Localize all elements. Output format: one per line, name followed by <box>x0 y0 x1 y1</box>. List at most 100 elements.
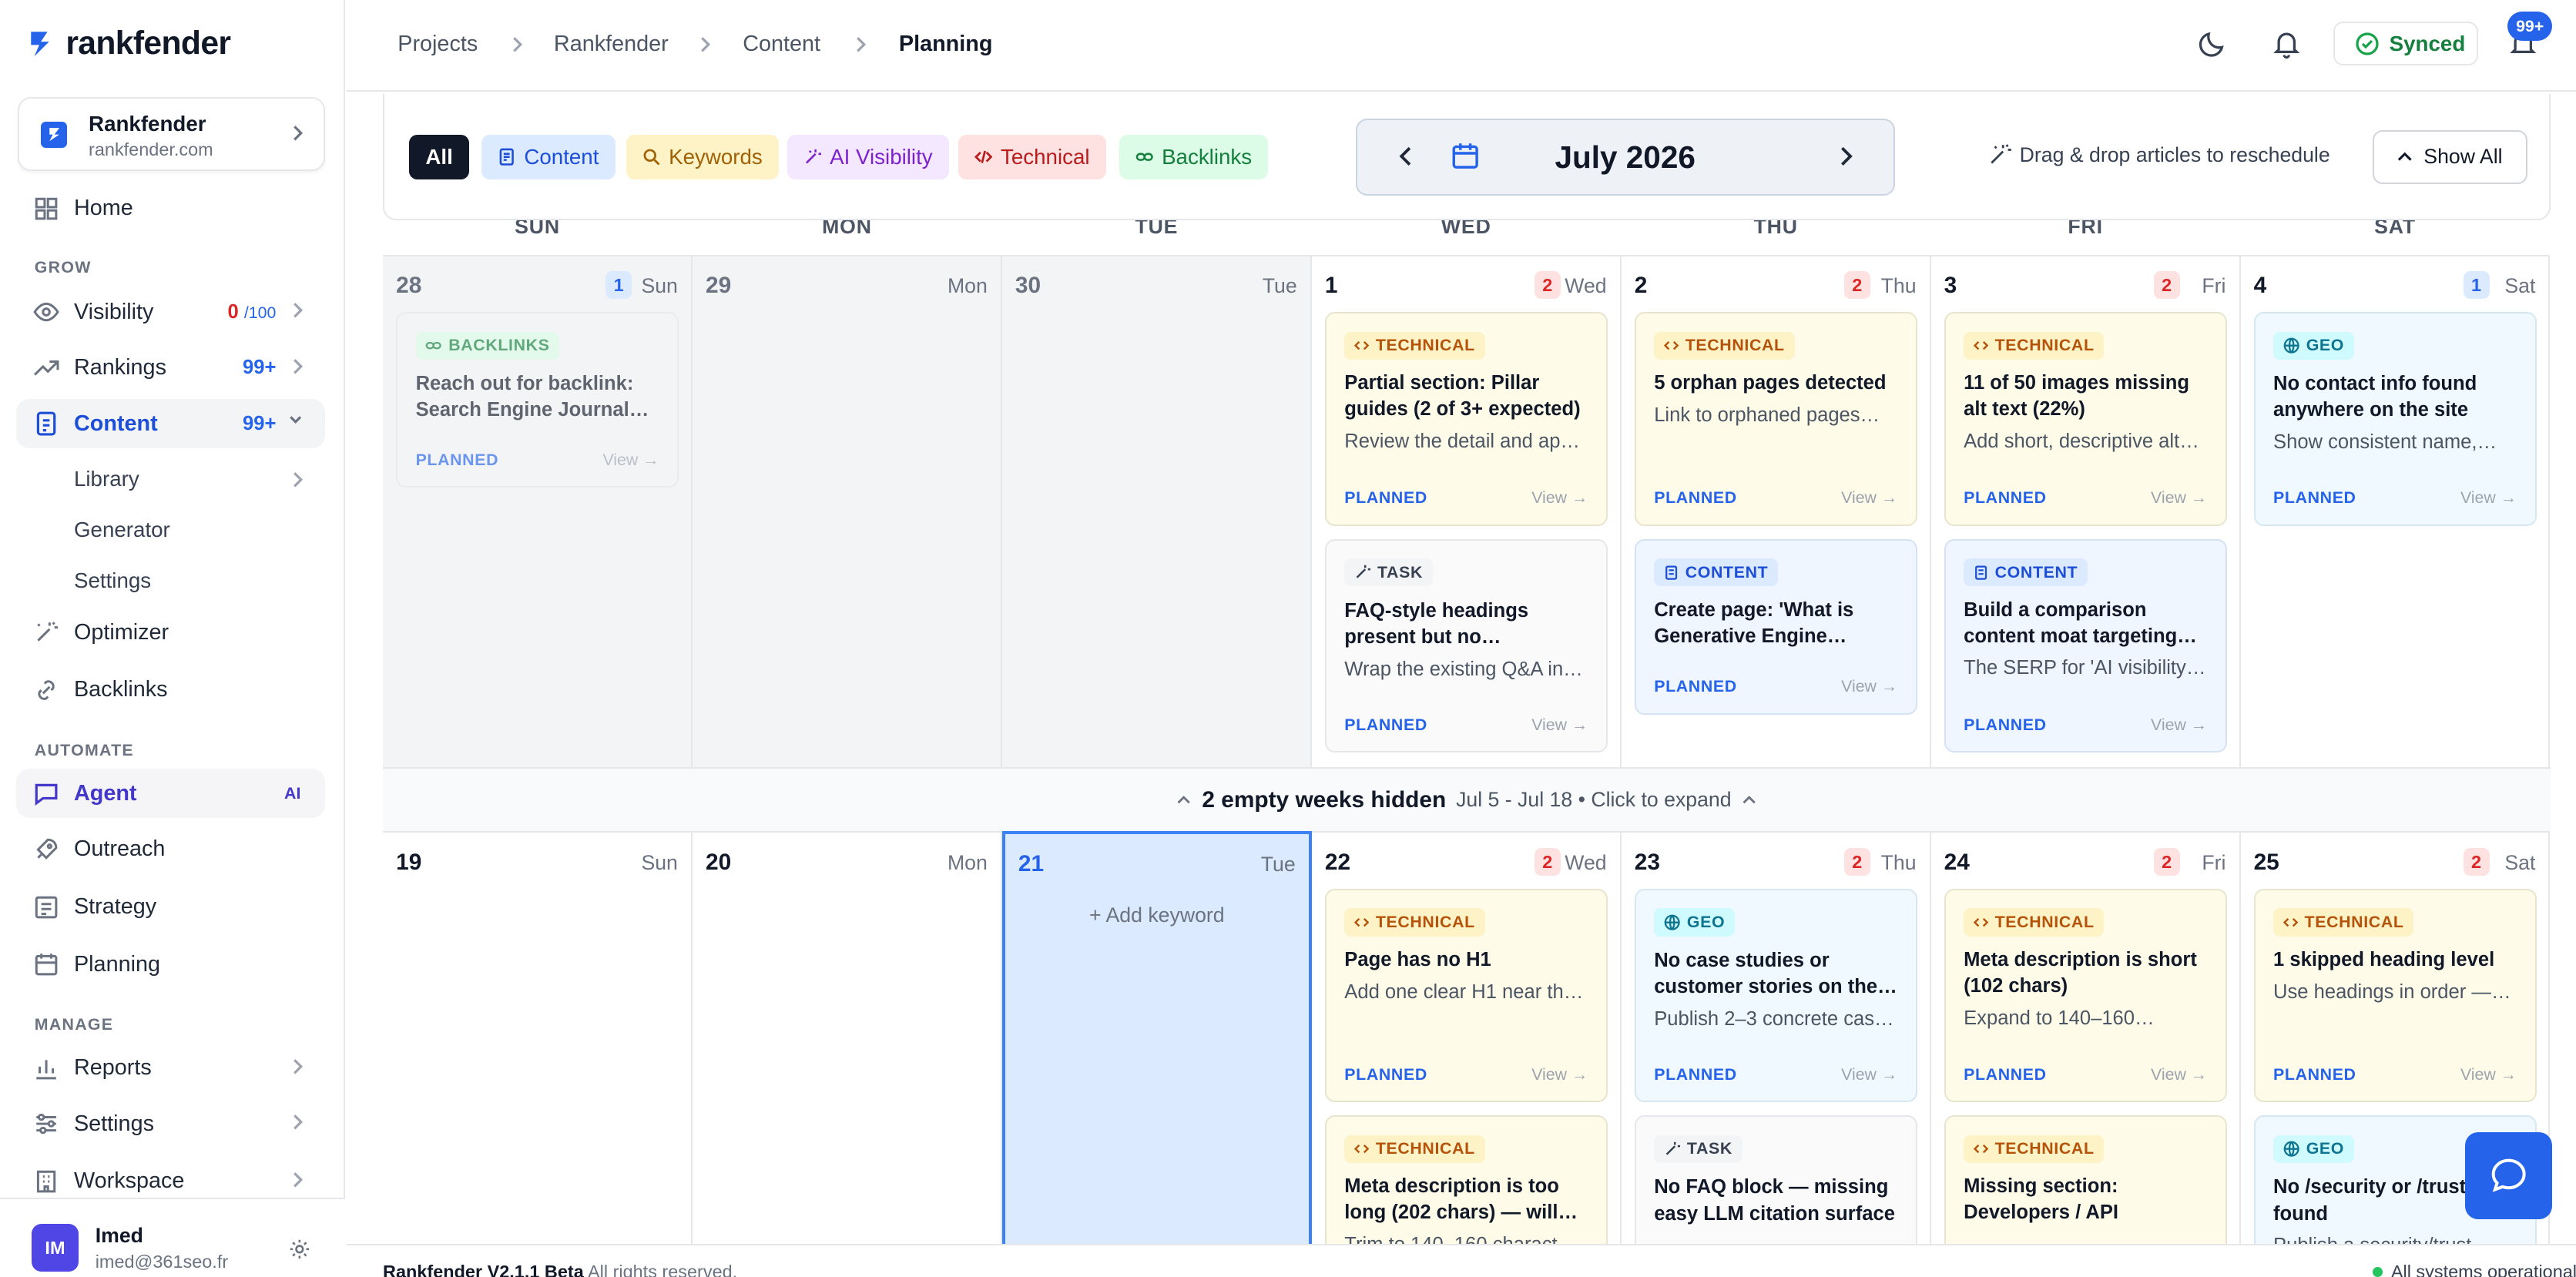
chat-launcher-button[interactable] <box>2464 1131 2552 1219</box>
filter-backlinks[interactable]: Backlinks <box>1119 134 1269 179</box>
planning-card[interactable]: CONTENT Build a comparison content moat t… <box>1944 538 2227 752</box>
moon-icon[interactable] <box>2197 28 2229 59</box>
nav-reports[interactable]: Reports <box>16 1044 325 1093</box>
filter-keywords[interactable]: Keywords <box>626 134 780 179</box>
gear-icon[interactable] <box>289 1238 310 1260</box>
calendar-day[interactable]: 30 Tue <box>1001 254 1312 769</box>
card-type-label: TASK <box>1377 562 1423 582</box>
card-view-link[interactable]: View → <box>2460 488 2517 508</box>
show-all-button[interactable]: Show All <box>2373 129 2527 184</box>
day-label: Tue <box>1262 274 1297 298</box>
card-view-link[interactable]: View → <box>2151 1065 2207 1084</box>
day-number: 23 <box>1634 849 1660 875</box>
planning-card[interactable]: BACKLINKS Reach out for backlink: Search … <box>396 312 679 488</box>
nav-outreach[interactable]: Outreach <box>16 825 325 874</box>
card-status: PLANNED <box>415 451 499 470</box>
calendar-day[interactable]: 23 Thu 2 GEO No case studies or customer sto… <box>1621 831 1931 1277</box>
card-status: PLANNED <box>1654 1064 1737 1084</box>
nav-rankings[interactable]: Rankings 99+ <box>16 344 325 393</box>
nav-backlinks[interactable]: Backlinks <box>16 665 325 715</box>
day-label: Wed <box>1565 274 1607 298</box>
sync-status[interactable]: Synced <box>2333 21 2478 66</box>
section-manage-label: MANAGE <box>34 1015 114 1034</box>
card-view-link[interactable]: View → <box>1841 677 1897 696</box>
nav-rankings-label: Rankings <box>73 355 166 380</box>
planning-card[interactable]: TASK FAQ-style headings present but no FA… <box>1324 538 1608 752</box>
hidden-weeks-bar[interactable]: 2 empty weeks hidden Jul 5 - Jul 18 • Cl… <box>383 767 2551 832</box>
card-view-link[interactable]: View → <box>1531 1065 1588 1084</box>
card-description: Publish 2–3 concrete cas… <box>1654 1007 1894 1030</box>
planning-card[interactable]: TECHNICAL 11 of 50 images missing alt tex… <box>1944 312 2227 526</box>
planning-card[interactable]: TECHNICAL Meta description is short (102 … <box>1944 888 2227 1103</box>
card-view-link[interactable]: View → <box>1531 716 1588 735</box>
footer-status[interactable]: All systems operational <box>2373 1262 2576 1277</box>
planning-card[interactable]: CONTENT Create page: 'What is Generative … <box>1634 538 1917 715</box>
filter-all[interactable]: All <box>409 134 470 179</box>
card-footer: PLANNED View → <box>2273 488 2517 508</box>
filter-ai-visibility[interactable]: AI Visibility <box>787 134 949 179</box>
next-month-chevron-right-icon[interactable] <box>1837 145 1853 168</box>
user-menu[interactable]: IM Imed imed@361seo.fr <box>0 1198 345 1277</box>
project-switcher[interactable]: Rankfender rankfender.com <box>18 96 326 171</box>
filter-content[interactable]: Content <box>481 134 615 179</box>
planning-card[interactable]: GEO No contact info found anywhere on the… <box>2253 312 2537 526</box>
card-view-link[interactable]: View → <box>602 451 659 470</box>
bar-chart-icon <box>33 1055 59 1081</box>
day-label: Sun <box>641 850 678 874</box>
calendar-day[interactable]: 24 Fri 2 TECHNICAL Meta description is short… <box>1930 831 2241 1277</box>
calendar-day[interactable]: 19 Sun <box>383 831 693 1277</box>
nav-agent[interactable]: Agent AI <box>16 769 326 819</box>
card-view-link[interactable]: View → <box>2151 488 2207 508</box>
day-number: 3 <box>1944 272 1957 298</box>
breadcrumb-content[interactable]: Content <box>743 32 820 57</box>
nav-strategy[interactable]: Strategy <box>16 883 325 932</box>
card-description: Wrap the existing Q&A in… <box>1344 658 1583 680</box>
nav-optimizer[interactable]: Optimizer <box>16 608 325 657</box>
bell-icon[interactable] <box>2271 28 2303 59</box>
calendar-day[interactable]: 2 Thu 2 TECHNICAL 5 orphan pages detected Lin… <box>1621 254 1931 769</box>
breadcrumb-project[interactable]: Rankfender <box>554 32 669 57</box>
card-view-link[interactable]: View → <box>1531 488 1588 508</box>
card-view-link[interactable]: View → <box>2151 716 2207 735</box>
user-email: imed@361seo.fr <box>95 1252 229 1272</box>
card-view-link[interactable]: View → <box>1841 1065 1897 1084</box>
breadcrumb-projects[interactable]: Projects <box>397 32 478 57</box>
card-type-tag: TASK <box>1654 1135 1742 1164</box>
planning-card[interactable]: TECHNICAL 5 orphan pages detected Link to … <box>1634 312 1917 526</box>
nav-visibility[interactable]: Visibility 0 /100 <box>16 287 325 337</box>
calendar-day[interactable]: 20 Mon <box>692 831 1002 1277</box>
eye-icon <box>33 299 59 325</box>
planning-card[interactable]: TECHNICAL Page has no H1 Add one clear H1 … <box>1324 888 1608 1103</box>
chat-bubble-icon <box>2488 1155 2529 1196</box>
nav-settings[interactable]: Settings <box>16 1099 325 1148</box>
card-type-label: TECHNICAL <box>1994 913 2095 932</box>
nav-content-generator[interactable]: Generator <box>74 518 170 542</box>
calendar-day-today[interactable]: 21 Tue + Add keyword <box>1001 831 1312 1277</box>
nav-home[interactable]: Home <box>16 184 325 233</box>
nav-home-label: Home <box>73 196 133 221</box>
nav-content-settings[interactable]: Settings <box>74 568 151 593</box>
calendar-day[interactable]: 22 Wed 2 TECHNICAL Page has no H1 Add one cle… <box>1311 831 1622 1277</box>
calendar-day[interactable]: 4 Sat 1 GEO No contact info found anywhere o… <box>2240 254 2551 769</box>
filter-technical[interactable]: Technical <box>958 134 1106 179</box>
brand-logo[interactable]: rankfender <box>28 25 231 62</box>
calendar-day[interactable]: 29 Mon <box>692 254 1002 769</box>
chevron-right-icon <box>854 35 867 55</box>
nav-planning[interactable]: Planning <box>16 940 325 989</box>
nav-content-library[interactable]: Library <box>74 467 139 491</box>
calendar-day[interactable]: 28 Sun 1 BACKLINKS Reach out for backlink: S… <box>383 254 693 769</box>
nav-strategy-label: Strategy <box>73 894 157 920</box>
calendar-day[interactable]: 3 Fri 2 TECHNICAL 11 of 50 images missing al… <box>1930 254 2241 769</box>
card-status: PLANNED <box>1654 488 1737 508</box>
calendar-day[interactable]: 1 Wed 2 TECHNICAL Partial section: Pillar gu… <box>1311 254 1622 769</box>
card-view-link[interactable]: View → <box>1841 488 1897 508</box>
nav-workspace-label: Workspace <box>73 1168 185 1194</box>
planning-card[interactable]: TECHNICAL Partial section: Pillar guides … <box>1324 312 1608 526</box>
day-number: 29 <box>706 272 732 298</box>
planning-card[interactable]: TECHNICAL 1 skipped heading level Use head… <box>2253 888 2537 1103</box>
filter-ai-visibility-label: AI Visibility <box>830 144 933 169</box>
planning-card[interactable]: GEO No case studies or customer stories o… <box>1634 888 1917 1103</box>
add-keyword-button[interactable]: + Add keyword <box>1005 903 1309 927</box>
nav-content[interactable]: Content 99+ <box>16 399 326 449</box>
card-view-link[interactable]: View → <box>2460 1065 2517 1084</box>
